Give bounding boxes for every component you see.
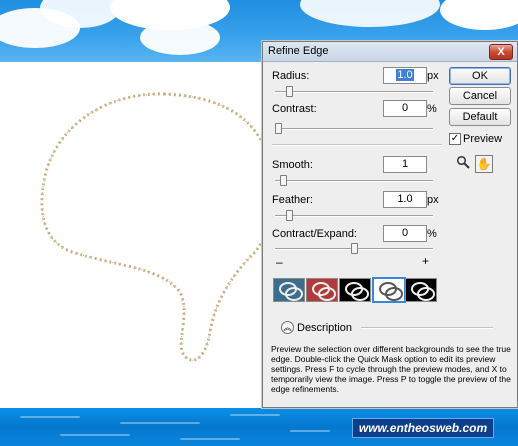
description-text: Preview the selection over different bac… <box>271 344 511 394</box>
watermark: www.entheosweb.com <box>352 418 494 438</box>
radius-label: Radius: <box>272 70 310 82</box>
contrast-unit: % <box>427 103 437 115</box>
contract-expand-label: Contract/Expand: <box>272 228 357 240</box>
radius-field[interactable]: 1.0 <box>383 67 427 84</box>
refine-edge-dialog: Refine Edge X Radius: 1.0 px Contrast: 0… <box>262 41 518 408</box>
radius-unit: px <box>427 70 439 82</box>
contract-expand-unit: % <box>427 228 437 240</box>
smooth-slider-thumb[interactable] <box>279 175 287 186</box>
contrast-slider-thumb[interactable] <box>275 123 282 134</box>
contract-expand-field[interactable]: 0 <box>383 225 427 242</box>
preview-mode-mask[interactable] <box>405 278 437 302</box>
hand-icon[interactable]: ✋ <box>475 155 493 173</box>
feather-slider-track[interactable] <box>275 215 433 217</box>
minus-label: – <box>276 255 283 269</box>
preview-mode-quick-mask[interactable] <box>306 278 338 302</box>
radius-slider-track[interactable] <box>275 91 433 93</box>
smooth-slider-track[interactable] <box>275 180 433 182</box>
preview-label: Preview <box>463 133 503 145</box>
contrast-field[interactable]: 0 <box>383 100 427 117</box>
smooth-field[interactable]: 1 <box>383 156 427 173</box>
contrast-label: Contrast: <box>272 103 317 115</box>
description-label: Description <box>297 322 353 334</box>
feather-unit: px <box>427 194 439 206</box>
dialog-title: Refine Edge <box>268 45 329 57</box>
ok-button[interactable]: OK <box>449 67 511 85</box>
default-button[interactable]: Default <box>449 108 511 126</box>
smooth-label: Smooth: <box>272 159 313 171</box>
cancel-button[interactable]: Cancel <box>449 87 511 105</box>
plus-label: + <box>422 254 430 268</box>
feather-label: Feather: <box>272 194 313 206</box>
close-button[interactable]: X <box>489 44 513 60</box>
radius-slider-thumb[interactable] <box>285 86 293 97</box>
preview-mode-on-black[interactable] <box>339 278 371 302</box>
preview-mode-standard[interactable] <box>273 278 305 302</box>
divider <box>272 144 442 146</box>
titlebar[interactable]: Refine Edge X <box>263 42 517 62</box>
preview-checkbox[interactable]: ✓ <box>449 133 461 145</box>
feather-field[interactable]: 1.0 <box>383 191 427 208</box>
contract-expand-slider-thumb[interactable] <box>351 243 358 254</box>
description-divider <box>361 327 493 329</box>
preview-mode-on-white[interactable] <box>372 277 406 303</box>
feather-slider-thumb[interactable] <box>285 210 293 221</box>
description-toggle-icon[interactable]: ︽ <box>281 321 294 334</box>
contrast-slider-track[interactable] <box>275 128 433 130</box>
zoom-icon[interactable] <box>455 155 471 171</box>
